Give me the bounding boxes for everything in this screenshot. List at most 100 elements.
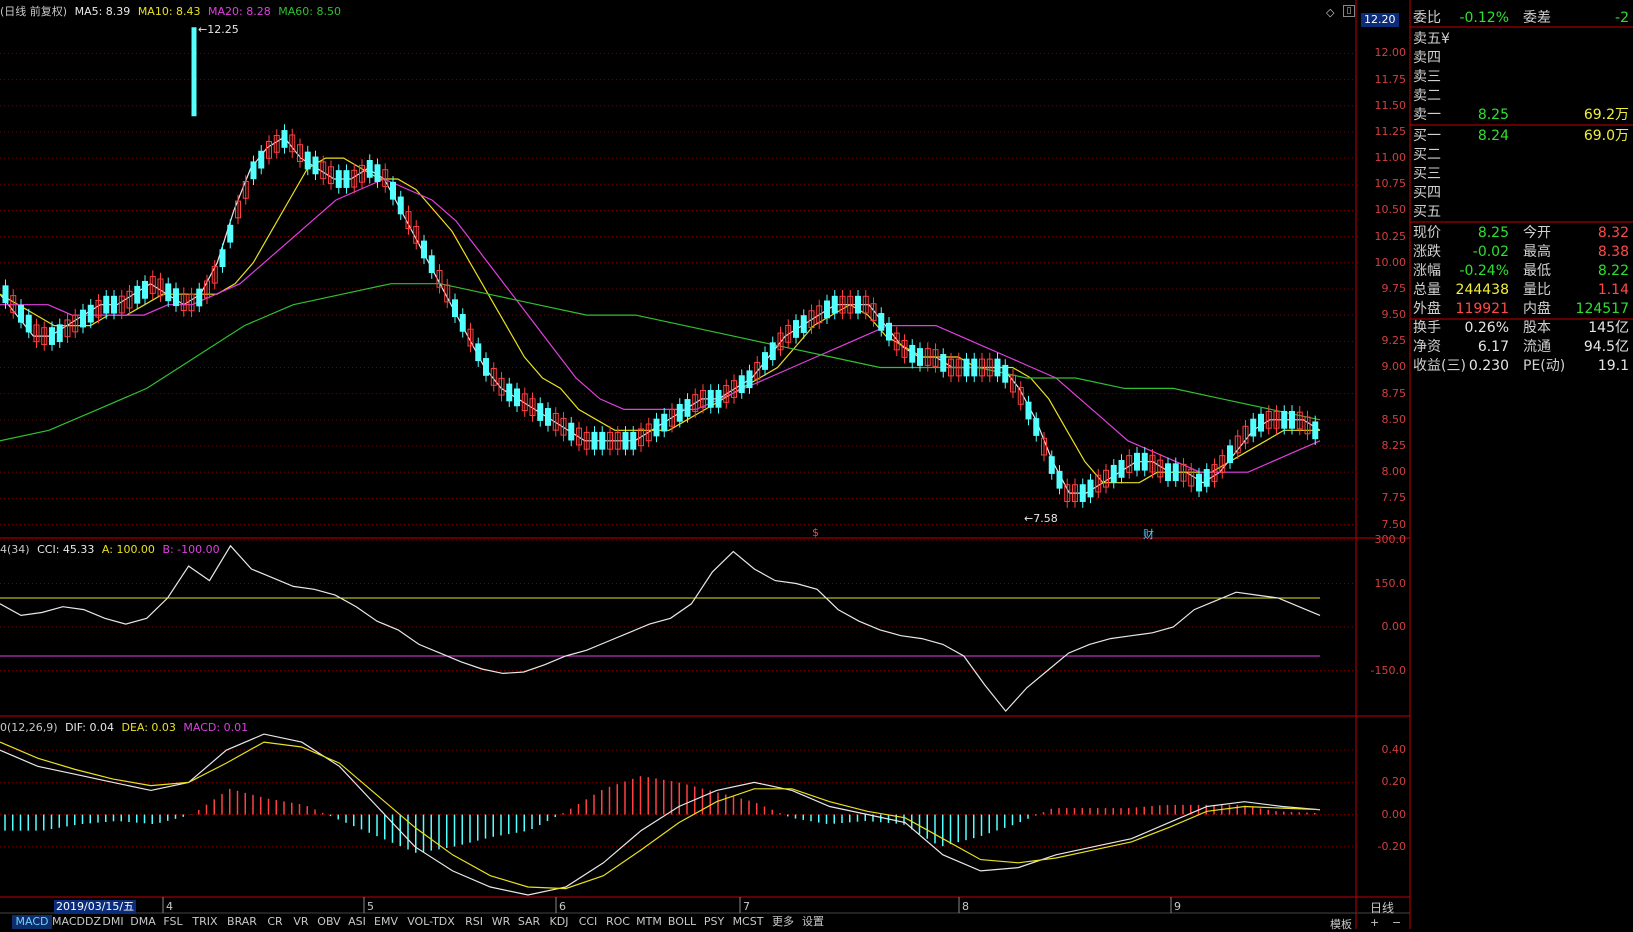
low-marker: ←7.58	[1024, 512, 1058, 525]
candle-down	[173, 288, 179, 307]
candle-down	[1165, 463, 1171, 482]
candle-down	[312, 156, 319, 175]
bid-price: 8.24	[1477, 128, 1509, 144]
candle-down	[1087, 479, 1094, 498]
tab-sar[interactable]: SAR	[514, 915, 544, 929]
tab-mtm[interactable]: MTM	[634, 915, 664, 929]
tab-fsl[interactable]: FSL	[158, 915, 188, 929]
candle-down	[545, 408, 551, 426]
candle-down	[909, 344, 916, 363]
price-tick-label: 11.75	[1374, 72, 1407, 86]
price-tick-label: 8.00	[1381, 465, 1407, 479]
period-label: (日线 前复权)	[0, 5, 68, 18]
candle-down	[250, 161, 257, 180]
stat-row-label2: 流通	[1523, 339, 1551, 355]
candle-down	[599, 431, 606, 450]
quote-panel: 委比 -0.12% 委差 -2 卖五¥ 卖四 卖三 卖二 卖一 8.25 69.2万 买一 8…	[1410, 0, 1633, 929]
tab-vr[interactable]: VR	[288, 915, 314, 929]
plus-button[interactable]: +	[1370, 916, 1379, 929]
tab-boll[interactable]: BOLL	[664, 915, 700, 929]
candle-down	[304, 151, 311, 170]
cci-line	[0, 544, 1321, 713]
candle-down	[855, 295, 861, 314]
tab-vol-tdx[interactable]: VOL-TDX	[402, 915, 460, 929]
price-tick-label: 9.75	[1381, 281, 1407, 295]
stat-row-label2: 今开	[1523, 225, 1551, 241]
bid-label: 买二	[1413, 147, 1441, 163]
stat-row: 现价 8.25 今开 8.32	[1410, 224, 1633, 243]
stat-row: 总量 244438 量比 1.14	[1410, 281, 1633, 300]
dif-value: DIF: 0.04	[65, 721, 114, 734]
bid-row: 买五	[1410, 203, 1633, 222]
tab-emv[interactable]: EMV	[370, 915, 402, 929]
tab-trix[interactable]: TRIX	[188, 915, 222, 929]
tab-obv[interactable]: OBV	[314, 915, 344, 929]
ask-label: 卖二	[1413, 88, 1441, 104]
tab-wr[interactable]: WR	[488, 915, 514, 929]
candle-down	[1196, 473, 1202, 492]
tab-cci[interactable]: CCI	[574, 915, 602, 929]
stat-row-value2: 145亿	[1588, 320, 1629, 336]
stat-row-value: 244438	[1455, 282, 1509, 298]
stat-row-label2: 量比	[1523, 282, 1551, 298]
candle-down	[103, 295, 110, 314]
tab-kdj[interactable]: KDJ	[544, 915, 574, 929]
tab-dmi[interactable]: DMI	[98, 915, 128, 929]
event-marker-dollar[interactable]: $	[812, 526, 819, 539]
tab-psy[interactable]: PSY	[700, 915, 728, 929]
ask-row: 卖二	[1410, 87, 1633, 106]
minus-button[interactable]: −	[1392, 916, 1401, 929]
tab-cr[interactable]: CR	[262, 915, 288, 929]
candle-down	[684, 399, 691, 417]
stat-row-label2: 最低	[1523, 263, 1551, 279]
daily-button[interactable]: 日线	[1370, 899, 1394, 916]
candle-down	[475, 343, 482, 362]
dea-value: DEA: 0.03	[121, 721, 176, 734]
month-label: 8	[962, 900, 969, 913]
stat-row-label: 涨幅	[1413, 263, 1441, 279]
weicha-label: 委差	[1523, 10, 1551, 26]
tab-更多[interactable]: 更多	[768, 915, 798, 929]
candle-down	[2, 285, 9, 304]
candle-down	[87, 304, 94, 323]
ma10-label: MA10: 8.43	[137, 5, 201, 18]
tab-macddz[interactable]: MACDDZ	[52, 915, 101, 929]
stat-row-value2: 8.38	[1597, 244, 1629, 260]
tab-asi[interactable]: ASI	[344, 915, 370, 929]
tab-mcst[interactable]: MCST	[728, 915, 768, 929]
event-marker-finance[interactable]: 财	[1143, 526, 1154, 542]
price-tick-label: 12.00	[1374, 46, 1407, 60]
stat-row-label: 换手	[1413, 320, 1441, 336]
stat-row-value2: 94.5亿	[1583, 339, 1629, 355]
ma60-label: MA60: 8.50	[278, 5, 341, 18]
candle-down	[1110, 464, 1117, 483]
stat-row-value: 0.230	[1468, 358, 1509, 374]
stat-row-label: 收益(三)	[1413, 358, 1466, 374]
candle-down	[421, 240, 427, 259]
cci-title: 4(34)	[0, 543, 30, 556]
candle-down	[25, 314, 32, 333]
tab-macd[interactable]: MACD	[12, 915, 52, 929]
template-button[interactable]: 模板	[1330, 916, 1352, 932]
candle-down	[831, 295, 838, 314]
stat-row: 涨幅 -0.24% 最低 8.22	[1410, 262, 1633, 281]
candle-down	[514, 388, 520, 407]
stat-row-value: 6.17	[1477, 339, 1509, 355]
tab-dma[interactable]: DMA	[128, 915, 158, 929]
tab-brar[interactable]: BRAR	[222, 915, 262, 929]
diamond-icon[interactable]: ◇	[1326, 6, 1334, 19]
candle-down	[568, 422, 575, 441]
cci-tick-label: 0.00	[1381, 620, 1407, 633]
stat-row-label: 外盘	[1413, 301, 1441, 317]
price-tick-label: 10.50	[1374, 203, 1407, 217]
candle-down	[428, 255, 435, 274]
price-tick-label: 7.50	[1381, 517, 1407, 531]
candle-down	[940, 354, 947, 372]
tab-rsi[interactable]: RSI	[460, 915, 488, 929]
window-icon[interactable]: ▯	[1343, 5, 1355, 17]
tab-roc[interactable]: ROC	[602, 915, 634, 929]
cci-tick-label: 300.0	[1374, 533, 1407, 546]
tab-设置[interactable]: 设置	[798, 915, 828, 929]
stat-row-label: 净资	[1413, 339, 1441, 355]
macd-title: 0(12,26,9)	[0, 721, 58, 734]
